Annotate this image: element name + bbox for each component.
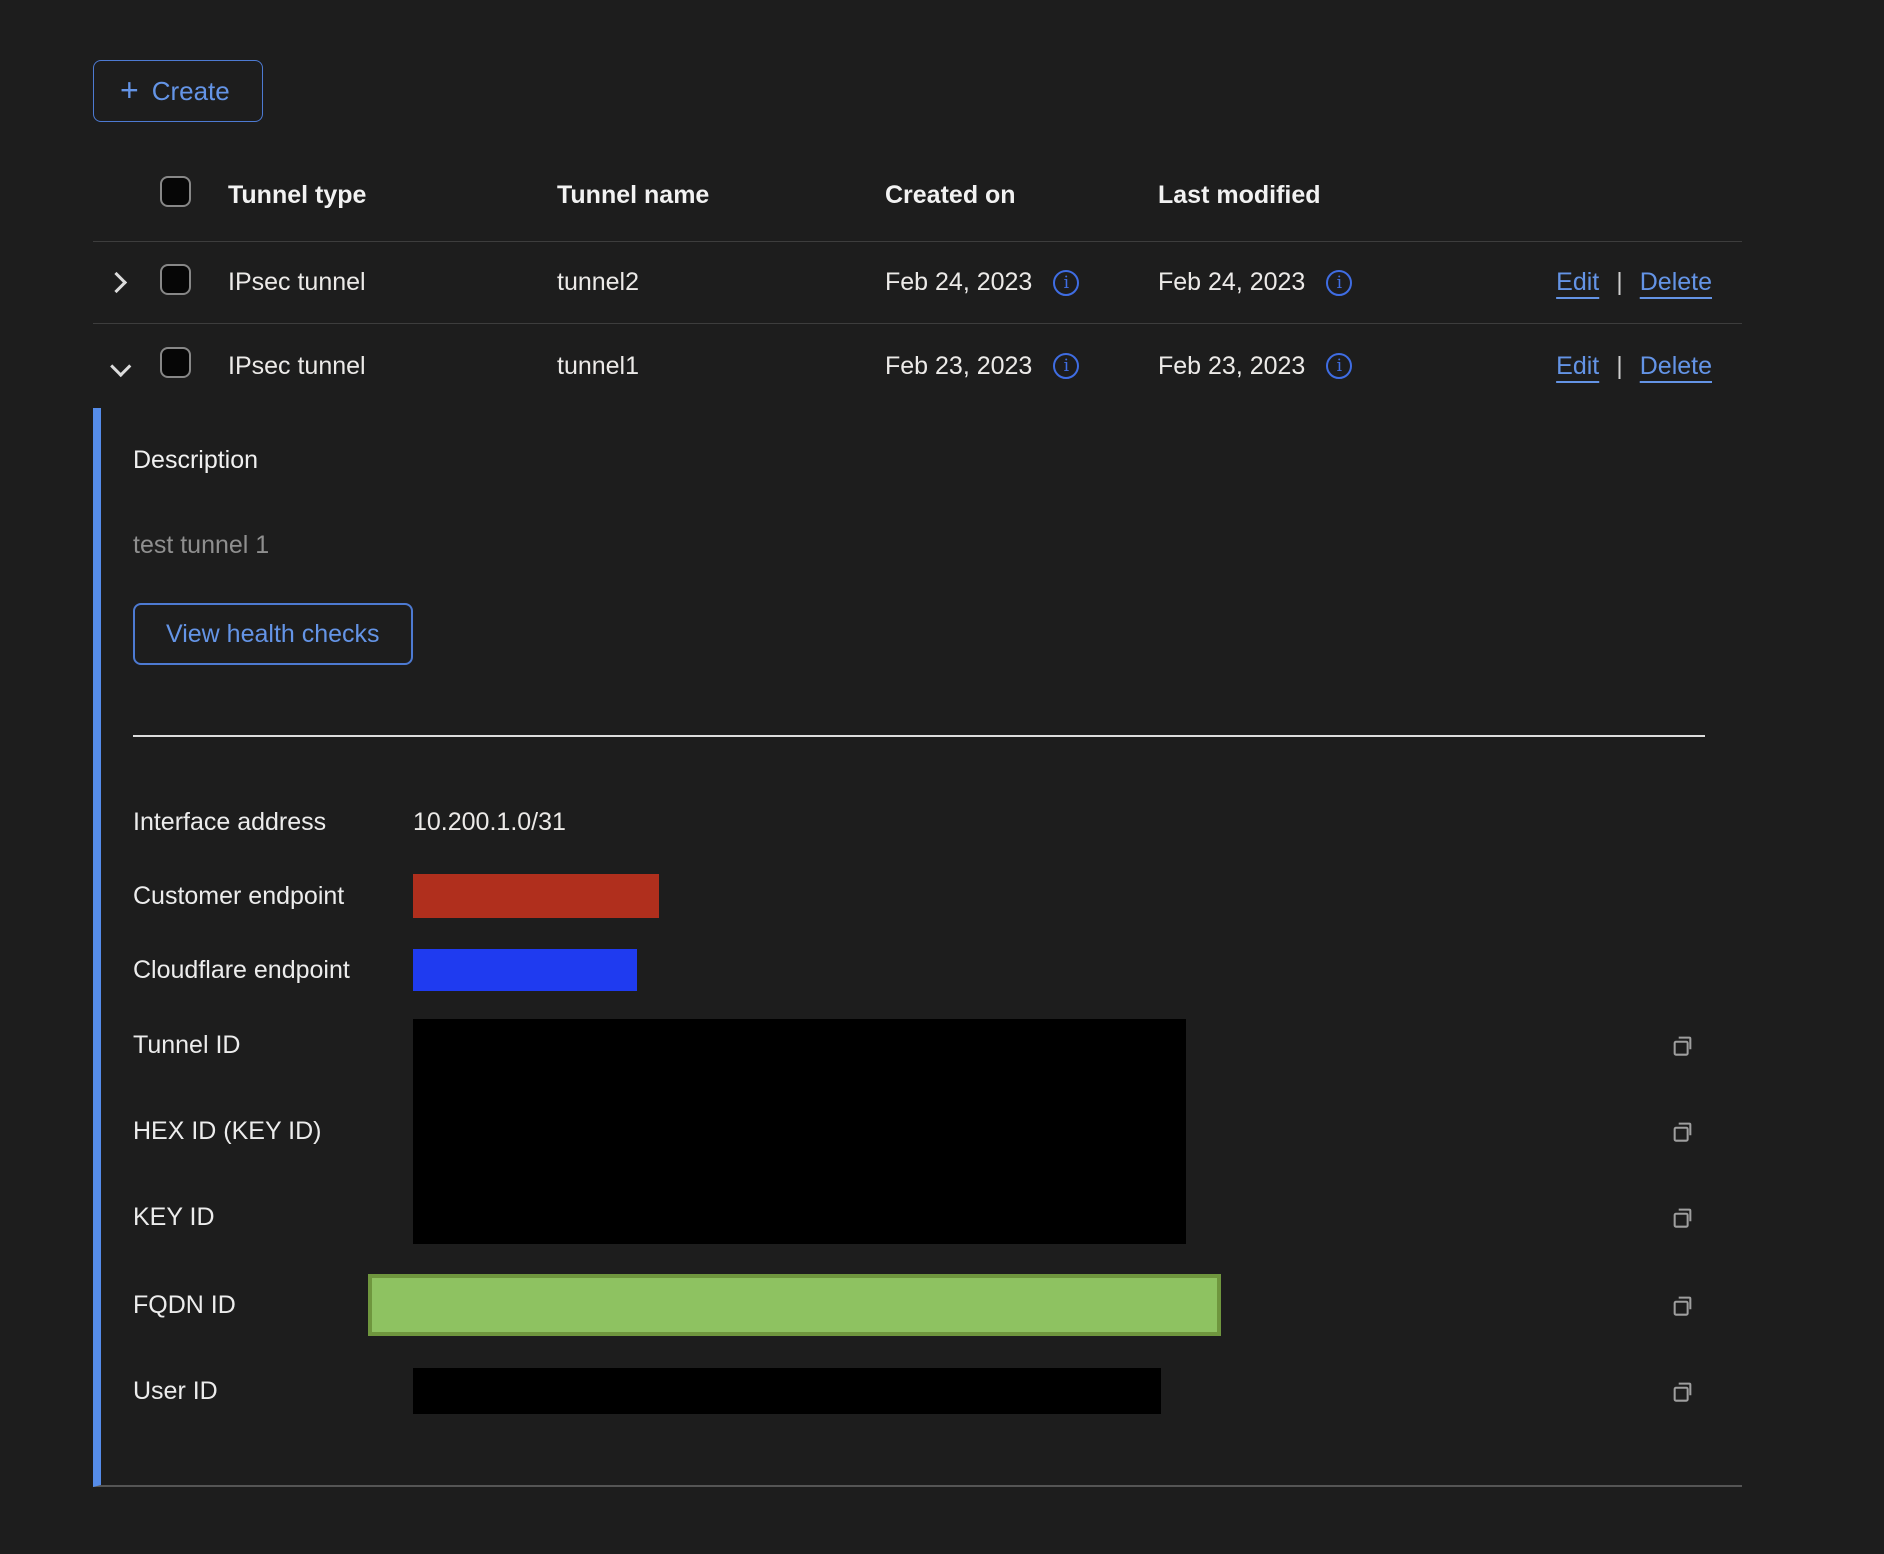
copy-icon[interactable] xyxy=(1669,1378,1696,1405)
chevron-right-icon[interactable] xyxy=(106,272,127,293)
tunnel1-expanded-panel: Description test tunnel 1 View health ch… xyxy=(93,408,1742,1487)
col-header-created-on: Created on xyxy=(885,181,1158,210)
plus-icon: + xyxy=(120,74,139,106)
tunnel-name-cell: tunnel1 xyxy=(557,352,885,381)
user-id-redacted-value xyxy=(413,1368,1161,1414)
action-separator: | xyxy=(1616,268,1623,297)
copy-icon[interactable] xyxy=(1669,1292,1696,1319)
col-header-tunnel-type: Tunnel type xyxy=(228,181,557,210)
user-id-row: User ID xyxy=(133,1368,1742,1414)
tunnel-id-label: Tunnel ID xyxy=(133,1031,413,1059)
last-modified-value: Feb 23, 2023 xyxy=(1158,352,1305,381)
cloudflare-endpoint-redacted-value xyxy=(413,949,637,991)
copy-icon[interactable] xyxy=(1669,1204,1696,1231)
interface-address-label: Interface address xyxy=(133,808,413,837)
cloudflare-endpoint-row: Cloudflare endpoint xyxy=(133,949,1742,991)
tunnels-page: + Create Tunnel type Tunnel name Created… xyxy=(0,0,1884,1554)
created-on-value: Feb 23, 2023 xyxy=(885,352,1032,381)
tunnel-type-cell: IPsec tunnel xyxy=(228,268,557,297)
table-row-tunnel2: IPsec tunnel tunnel2 Feb 24, 2023 i Feb … xyxy=(93,242,1742,324)
fqdn-id-row: FQDN ID xyxy=(133,1274,1742,1336)
tunnel-ids-group: Tunnel ID HEX ID (KEY ID) KEY ID xyxy=(133,1019,1742,1244)
user-id-label: User ID xyxy=(133,1377,413,1406)
panel-divider xyxy=(133,735,1705,737)
delete-link[interactable]: Delete xyxy=(1640,352,1712,381)
col-header-tunnel-name: Tunnel name xyxy=(557,181,885,210)
info-icon[interactable]: i xyxy=(1326,270,1352,296)
cloudflare-endpoint-label: Cloudflare endpoint xyxy=(133,956,413,985)
fqdn-id-redacted-value xyxy=(368,1274,1221,1336)
interface-address-value: 10.200.1.0/31 xyxy=(413,808,566,837)
table-row-tunnel1: IPsec tunnel tunnel1 Feb 23, 2023 i Feb … xyxy=(93,324,1742,408)
chevron-down-icon[interactable] xyxy=(110,355,131,376)
description-label: Description xyxy=(133,446,1742,475)
select-all-checkbox[interactable] xyxy=(160,176,191,207)
create-button[interactable]: + Create xyxy=(93,60,263,122)
interface-address-row: Interface address 10.200.1.0/31 xyxy=(133,807,1742,837)
create-button-label: Create xyxy=(152,76,230,107)
customer-endpoint-redacted-value xyxy=(413,874,659,918)
created-on-value: Feb 24, 2023 xyxy=(885,268,1032,297)
col-header-last-modified: Last modified xyxy=(1158,181,1480,210)
view-health-checks-button[interactable]: View health checks xyxy=(133,603,413,665)
table-header-row: Tunnel type Tunnel name Created on Last … xyxy=(93,149,1742,242)
tunnel-type-cell: IPsec tunnel xyxy=(228,352,557,381)
description-value: test tunnel 1 xyxy=(133,531,1742,560)
delete-link[interactable]: Delete xyxy=(1640,268,1712,297)
info-icon[interactable]: i xyxy=(1326,353,1352,379)
ids-redacted-value xyxy=(413,1019,1186,1244)
action-separator: | xyxy=(1616,352,1623,381)
customer-endpoint-label: Customer endpoint xyxy=(133,882,413,911)
info-icon[interactable]: i xyxy=(1053,353,1079,379)
edit-link[interactable]: Edit xyxy=(1556,268,1599,297)
key-id-label: KEY ID xyxy=(133,1203,413,1231)
row-checkbox[interactable] xyxy=(160,347,191,378)
copy-icon[interactable] xyxy=(1669,1118,1696,1145)
copy-icon[interactable] xyxy=(1669,1032,1696,1059)
tunnel-name-cell: tunnel2 xyxy=(557,268,885,297)
last-modified-value: Feb 24, 2023 xyxy=(1158,268,1305,297)
ids-labels: Tunnel ID HEX ID (KEY ID) KEY ID xyxy=(133,1019,413,1244)
customer-endpoint-row: Customer endpoint xyxy=(133,874,1742,918)
hex-id-label: HEX ID (KEY ID) xyxy=(133,1117,413,1145)
row-checkbox[interactable] xyxy=(160,264,191,295)
edit-link[interactable]: Edit xyxy=(1556,352,1599,381)
tunnel-table: Tunnel type Tunnel name Created on Last … xyxy=(93,149,1742,1487)
ids-copy-buttons xyxy=(1669,1019,1696,1244)
info-icon[interactable]: i xyxy=(1053,270,1079,296)
